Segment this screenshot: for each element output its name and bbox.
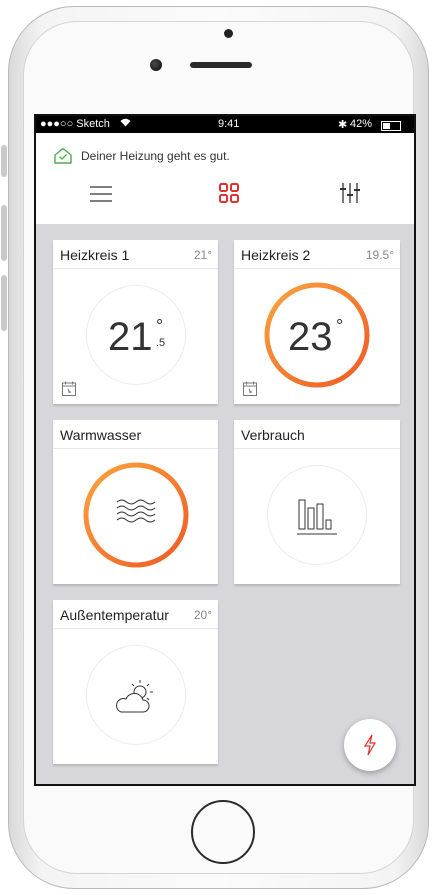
proximity-sensor <box>224 29 233 38</box>
hamburger-icon[interactable] <box>90 185 112 208</box>
tile-temperature: 20° <box>193 608 212 622</box>
partly-cloudy-icon <box>113 676 159 721</box>
tile-header: Außentemperatur 20° <box>53 600 218 629</box>
tile-title: Außentemperatur <box>60 607 169 623</box>
tile-header: Heizkreis 2 19.5° <box>234 240 400 269</box>
tile-heizkreis-1[interactable]: Heizkreis 1 21° 21 ° .5 <box>53 240 218 404</box>
tile-temperature: 21° <box>193 248 212 262</box>
tile-header: Verbrauch <box>234 420 400 449</box>
lightning-icon <box>363 734 377 761</box>
front-camera <box>150 59 162 71</box>
home-button[interactable] <box>191 800 255 864</box>
tile-header: Warmwasser <box>53 420 218 449</box>
carrier-label: ●●●○○ Sketch <box>40 118 110 130</box>
tile-title: Heizkreis 2 <box>241 247 311 263</box>
volume-up-button <box>1 205 7 261</box>
bluetooth-icon: ✱ <box>338 119 348 131</box>
heating-status: Deiner Heizung geht es gut. <box>53 147 230 167</box>
app-header: Deiner Heizung geht es gut. <box>36 133 414 224</box>
status-bar: ●●●○○ Sketch 9:41 ✱ 42% <box>36 116 414 133</box>
clock-label: 9:41 <box>218 118 240 130</box>
tile-verbrauch[interactable]: Verbrauch <box>234 420 400 584</box>
calendar-icon[interactable] <box>62 381 76 401</box>
water-waves-icon <box>116 498 156 533</box>
bar-chart-icon <box>296 496 338 541</box>
earpiece-speaker <box>190 62 252 68</box>
battery-percent: 42% <box>350 118 373 130</box>
volume-down-button <box>1 275 7 331</box>
house-check-icon <box>53 147 73 167</box>
temperature-decimal: .5 <box>156 337 166 349</box>
tile-header: Heizkreis 1 21° <box>53 240 218 269</box>
current-temperature: 21 <box>108 315 153 359</box>
app-screen: ●●●○○ Sketch 9:41 ✱ 42% Deiner Heizung g… <box>34 114 416 786</box>
tile-title: Verbrauch <box>241 427 305 443</box>
degree-symbol: ° <box>336 316 344 336</box>
grid-icon[interactable] <box>219 183 239 208</box>
tile-heizkreis-2[interactable]: Heizkreis 2 19.5° 23 ° <box>234 240 400 404</box>
tile-temperature: 19.5° <box>365 248 394 262</box>
current-temperature: 23 <box>288 315 333 359</box>
mute-switch <box>1 145 7 177</box>
status-message: Deiner Heizung geht es gut. <box>81 149 230 164</box>
degree-symbol: ° <box>156 316 164 336</box>
tile-aussentemperatur[interactable]: Außentemperatur 20° <box>53 600 218 764</box>
quick-action-button[interactable] <box>344 719 396 771</box>
tile-warmwasser[interactable]: Warmwasser <box>53 420 218 584</box>
tile-title: Heizkreis 1 <box>60 247 130 263</box>
calendar-icon[interactable] <box>243 381 257 401</box>
wifi-icon <box>120 118 131 130</box>
tile-title: Warmwasser <box>60 427 142 443</box>
sliders-icon[interactable] <box>339 182 361 209</box>
